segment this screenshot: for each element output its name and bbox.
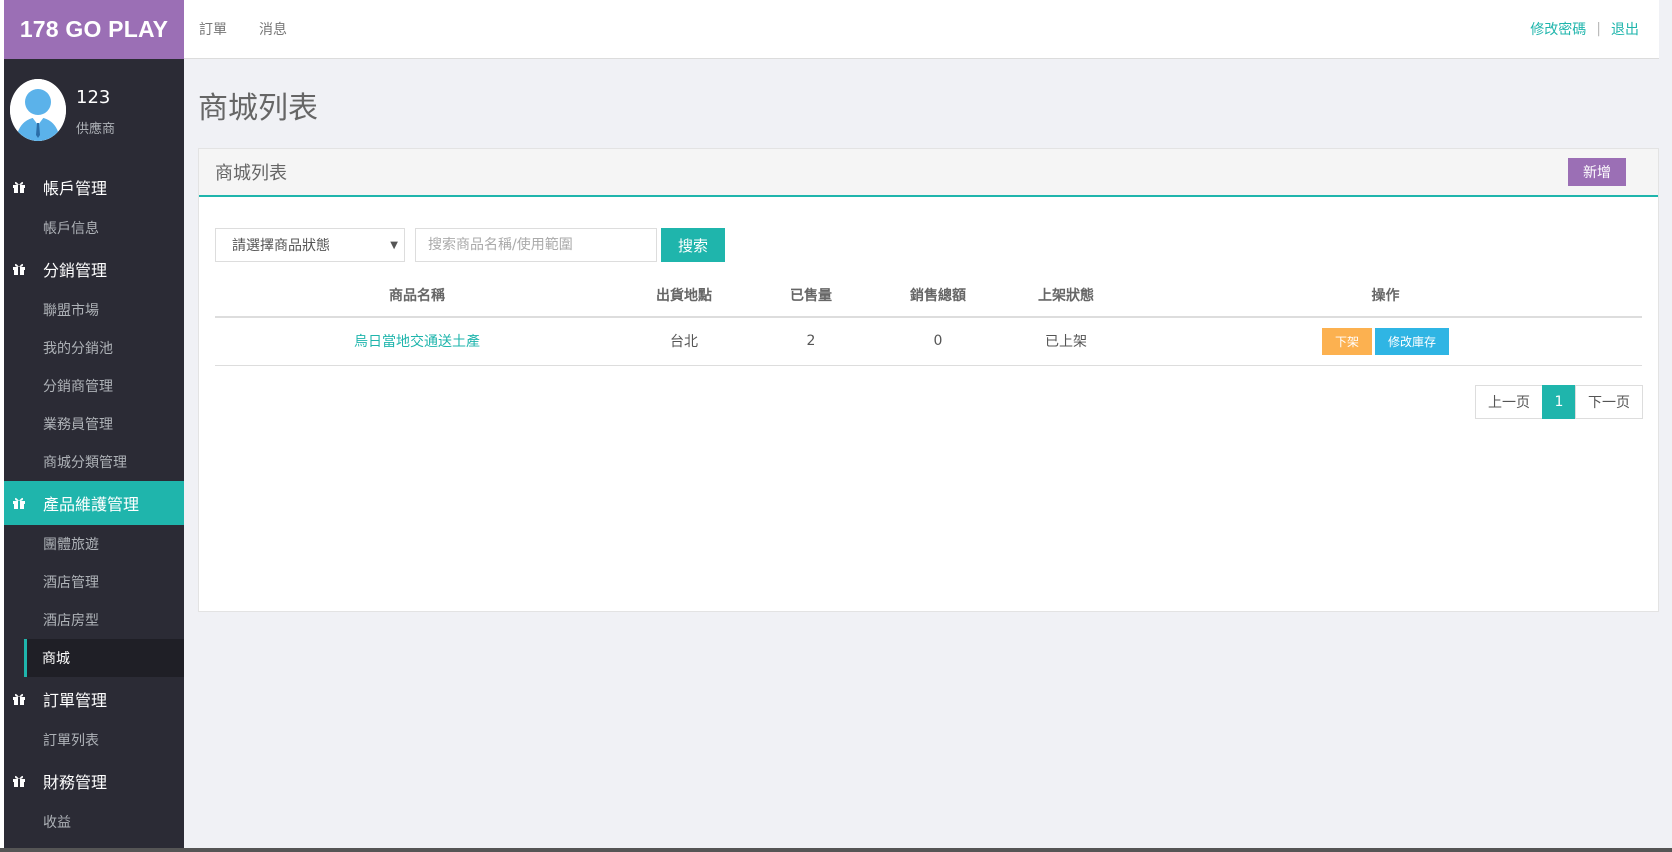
column-header[interactable]: 出貨地點 — [619, 273, 749, 318]
right-edge — [1659, 0, 1672, 852]
top-bar: 訂單 消息 修改密碼 | 退出 — [184, 0, 1659, 59]
menu-group-distribution[interactable]: 分銷管理 — [4, 247, 184, 291]
cell-status: 已上架 — [1003, 317, 1129, 366]
nav-orders[interactable]: 訂單 — [199, 19, 227, 39]
prev-page-button[interactable]: 上一页 — [1475, 385, 1543, 419]
sidebar-item-hotels[interactable]: 酒店管理 — [4, 563, 184, 601]
top-nav: 訂單 消息 — [184, 19, 319, 39]
unlist-button[interactable]: 下架 — [1322, 327, 1372, 355]
status-select-value: 請選擇商品狀態 — [232, 238, 330, 254]
sidebar-item-revenue[interactable]: 收益 — [4, 803, 184, 841]
avatar — [10, 79, 66, 141]
table-header-row: 商品名稱 出貨地點 已售量 銷售總額 上架狀態 操作 — [215, 273, 1642, 318]
column-header[interactable]: 已售量 — [749, 273, 873, 318]
menu-group-orders[interactable]: 訂單管理 — [4, 677, 184, 721]
user-role: 供應商 — [76, 122, 116, 137]
sidebar-item-account-info[interactable]: 帳戶信息 — [4, 209, 184, 247]
menu-group-finance[interactable]: 財務管理 — [4, 759, 184, 803]
sidebar-item-mall[interactable]: 商城 — [24, 639, 184, 677]
mall-list-panel: 商城列表 新增 請選擇商品狀態 ▼ 搜索 商品名稱 出貨地點 已售量 銷售總額 … — [198, 148, 1659, 612]
status-select[interactable]: 請選擇商品狀態 ▼ — [215, 228, 405, 262]
filter-bar: 請選擇商品狀態 ▼ 搜索 — [215, 228, 725, 262]
search-button[interactable]: 搜索 — [661, 228, 725, 262]
menu-group-label: 帳戶管理 — [43, 179, 108, 198]
cell-total: 0 — [873, 317, 1003, 366]
product-link[interactable]: 烏日當地交通送土產 — [354, 334, 480, 350]
menu-group-label: 產品維護管理 — [43, 495, 140, 514]
add-button[interactable]: 新增 — [1568, 158, 1626, 186]
user-name: 123 — [76, 87, 111, 108]
column-header: 操作 — [1129, 273, 1642, 318]
column-header[interactable]: 上架狀態 — [1003, 273, 1129, 318]
sidebar-item-group-tours[interactable]: 團體旅遊 — [4, 525, 184, 563]
panel-header: 商城列表 新增 — [199, 149, 1658, 197]
sidebar-item-alliance-market[interactable]: 聯盟市場 — [4, 291, 184, 329]
edit-stock-button[interactable]: 修改庫存 — [1375, 327, 1449, 355]
column-header[interactable]: 銷售總額 — [873, 273, 1003, 318]
gift-icon — [12, 180, 26, 194]
cell-name: 烏日當地交通送土產 — [215, 317, 619, 366]
account-links: 修改密碼 | 退出 — [1530, 19, 1659, 39]
cell-location: 台北 — [619, 317, 749, 366]
gift-icon — [12, 774, 26, 788]
bottom-border — [0, 848, 1672, 852]
sidebar-item-my-pool[interactable]: 我的分銷池 — [4, 329, 184, 367]
sidebar: 123 供應商 帳戶管理 帳戶信息 分銷管理 聯盟市場 我的分銷池 分銷商管理 … — [4, 59, 184, 850]
page-1-button[interactable]: 1 — [1542, 385, 1576, 419]
product-table: 商品名稱 出貨地點 已售量 銷售總額 上架狀態 操作 烏日當地交通送土產 台北 … — [215, 273, 1642, 366]
menu-group-products[interactable]: 產品維護管理 — [4, 481, 184, 525]
user-profile: 123 供應商 — [4, 59, 184, 165]
change-password-link[interactable]: 修改密碼 — [1530, 19, 1586, 39]
cell-sold: 2 — [749, 317, 873, 366]
menu-group-label: 財務管理 — [43, 773, 108, 792]
gift-icon — [12, 692, 26, 706]
sidebar-item-salespeople[interactable]: 業務員管理 — [4, 405, 184, 443]
gift-icon — [12, 496, 26, 510]
nav-messages[interactable]: 消息 — [259, 19, 287, 39]
menu-group-label: 訂單管理 — [43, 691, 108, 710]
search-input[interactable] — [415, 228, 657, 262]
table-row: 烏日當地交通送土產 台北 2 0 已上架 下架 修改庫存 — [215, 317, 1642, 366]
separator: | — [1596, 21, 1601, 37]
panel-title: 商城列表 — [215, 163, 287, 184]
menu-group-label: 分銷管理 — [43, 261, 108, 280]
sidebar-item-order-list[interactable]: 訂單列表 — [4, 721, 184, 759]
brand-logo[interactable]: 178 GO PLAY — [4, 0, 184, 59]
sidebar-item-mall-categories[interactable]: 商城分類管理 — [4, 443, 184, 481]
menu-group-account[interactable]: 帳戶管理 — [4, 165, 184, 209]
sidebar-item-distributors[interactable]: 分銷商管理 — [4, 367, 184, 405]
logout-link[interactable]: 退出 — [1611, 19, 1639, 39]
cell-actions: 下架 修改庫存 — [1129, 317, 1642, 366]
gift-icon — [12, 262, 26, 276]
next-page-button[interactable]: 下一页 — [1575, 385, 1643, 419]
sidebar-item-room-types[interactable]: 酒店房型 — [4, 601, 184, 639]
column-header[interactable]: 商品名稱 — [215, 273, 619, 318]
page-title: 商城列表 — [198, 91, 318, 126]
pagination: 上一页 1 下一页 — [1475, 385, 1643, 419]
caret-down-icon: ▼ — [390, 239, 398, 251]
